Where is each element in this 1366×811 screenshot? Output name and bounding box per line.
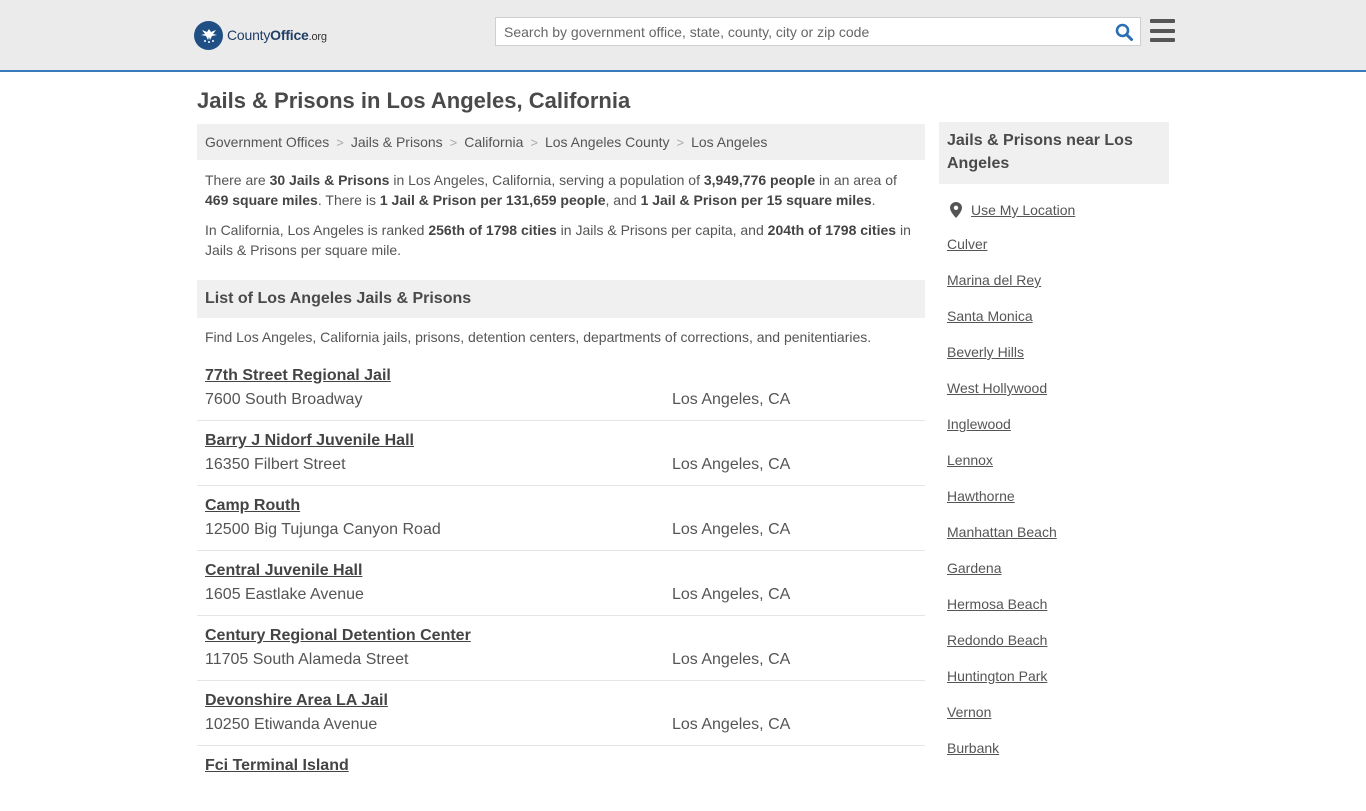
facility-city: Los Angeles, CA — [672, 456, 791, 473]
list-item: Central Juvenile Hall 1605 Eastlake Aven… — [197, 551, 925, 616]
nearby-city-link[interactable]: Burbank — [947, 740, 1075, 760]
chevron-right-icon: > — [336, 134, 344, 150]
breadcrumb-california[interactable]: California — [464, 134, 523, 150]
facility-name-link[interactable]: Central Juvenile Hall — [205, 562, 362, 580]
sidebar-title: Jails & Prisons near Los Angeles — [939, 122, 1169, 184]
list-section-title: List of Los Angeles Jails & Prisons — [197, 280, 925, 318]
map-pin-icon — [950, 202, 962, 218]
nearby-city-link[interactable]: Inglewood — [947, 416, 1075, 436]
nearby-city-link[interactable]: Marina del Rey — [947, 272, 1075, 292]
chevron-right-icon: > — [449, 134, 458, 150]
facility-city: Los Angeles, CA — [672, 651, 791, 668]
nearby-city-link[interactable]: Hawthorne — [947, 488, 1075, 508]
nearby-city-link[interactable]: Santa Monica — [947, 308, 1075, 328]
facility-city: Los Angeles, CA — [672, 391, 791, 408]
facility-address: 7600 South Broadway — [205, 391, 363, 408]
breadcrumb-government-offices[interactable]: Government Offices — [205, 134, 329, 150]
nearby-city-link[interactable]: Culver — [947, 236, 1075, 256]
facility-name-link[interactable]: Century Regional Detention Center — [205, 627, 471, 645]
facility-name-link[interactable]: Devonshire Area LA Jail — [205, 692, 388, 710]
search-bar — [495, 17, 1141, 46]
facility-name-link[interactable]: Camp Routh — [205, 497, 300, 515]
list-item: Devonshire Area LA Jail 10250 Etiwanda A… — [197, 681, 925, 746]
search-icon — [1115, 23, 1133, 41]
page-title: Jails & Prisons in Los Angeles, Californ… — [197, 88, 631, 113]
nearby-city-link[interactable]: Hermosa Beach — [947, 596, 1075, 616]
facility-city: Los Angeles, CA — [672, 521, 791, 538]
facility-address: 11705 South Alameda Street — [205, 651, 409, 668]
facility-name-link[interactable]: 77th Street Regional Jail — [205, 367, 391, 385]
site-logo[interactable]: CountyOffice.org — [194, 20, 327, 50]
nearby-city-link[interactable]: Gardena — [947, 560, 1075, 580]
nearby-city-link[interactable]: West Hollywood — [947, 380, 1075, 400]
breadcrumb: Government Offices > Jails & Prisons > C… — [197, 124, 925, 160]
list-item: 77th Street Regional Jail 7600 South Bro… — [197, 356, 925, 421]
breadcrumb-los-angeles-county[interactable]: Los Angeles County — [545, 134, 670, 150]
nearby-city-link[interactable]: Huntington Park — [947, 668, 1075, 688]
list-item: Camp Routh 12500 Big Tujunga Canyon Road… — [197, 486, 925, 551]
nearby-city-link[interactable]: Lennox — [947, 452, 1075, 472]
search-input[interactable] — [496, 18, 1108, 45]
eagle-seal-icon — [194, 20, 223, 50]
search-button[interactable] — [1108, 18, 1140, 45]
list-item: Barry J Nidorf Juvenile Hall 16350 Filbe… — [197, 421, 925, 486]
logo-text: CountyOffice.org — [227, 27, 327, 43]
nearby-cities-list: Use My Location Culver Marina del Rey Sa… — [947, 200, 1075, 760]
facility-city: Los Angeles, CA — [672, 716, 791, 733]
nearby-city-link[interactable]: Manhattan Beach — [947, 524, 1075, 544]
site-header: CountyOffice.org — [0, 0, 1366, 72]
nearby-city-link[interactable]: Vernon — [947, 704, 1075, 724]
chevron-right-icon: > — [676, 134, 685, 150]
facility-city: Los Angeles, CA — [672, 586, 791, 603]
facility-name-link[interactable]: Barry J Nidorf Juvenile Hall — [205, 432, 414, 450]
facility-name-link[interactable]: Fci Terminal Island — [205, 757, 349, 775]
use-my-location-link[interactable]: Use My Location — [947, 200, 1075, 220]
facility-address: 16350 Filbert Street — [205, 456, 346, 473]
list-item: Fci Terminal Island — [197, 746, 925, 811]
facility-list: 77th Street Regional Jail 7600 South Bro… — [197, 356, 925, 811]
facility-address: 12500 Big Tujunga Canyon Road — [205, 521, 441, 538]
list-item: Century Regional Detention Center 11705 … — [197, 616, 925, 681]
chevron-right-icon: > — [530, 134, 538, 150]
list-section-description: Find Los Angeles, California jails, pris… — [205, 329, 872, 345]
breadcrumb-los-angeles[interactable]: Los Angeles — [691, 134, 767, 150]
intro-stats-paragraph: There are 30 Jails & Prisons in Los Ange… — [205, 172, 897, 208]
nearby-city-link[interactable]: Redondo Beach — [947, 632, 1075, 652]
facility-address: 1605 Eastlake Avenue — [205, 586, 364, 603]
hamburger-menu-icon[interactable] — [1150, 18, 1175, 43]
intro-ranking-paragraph: In California, Los Angeles is ranked 256… — [205, 222, 911, 258]
facility-address: 10250 Etiwanda Avenue — [205, 716, 378, 733]
breadcrumb-jails-prisons[interactable]: Jails & Prisons — [351, 134, 443, 150]
nearby-city-link[interactable]: Beverly Hills — [947, 344, 1075, 364]
